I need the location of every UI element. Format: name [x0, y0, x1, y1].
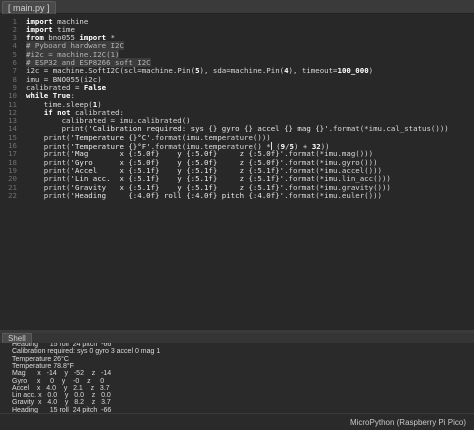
code-token: .format(imu.temperature()))	[150, 132, 271, 142]
code-token: .format(*imu.cal_status()))	[328, 124, 449, 134]
shell-line: Gravity x 4.0 y 8.2 z 3.7	[12, 399, 111, 407]
code-token: 'Heading {:4.0f} roll {:4.0f} pitch {:4.…	[70, 190, 285, 200]
code-token: 100_000	[337, 66, 369, 76]
code-text: print('Temperature {}°C'.format(imu.temp…	[26, 132, 271, 142]
code-token: False	[83, 82, 107, 92]
code-token: 'Temperature {}°C'	[70, 132, 151, 142]
status-bar: MicroPython (Raspberry Pi Pico)	[0, 413, 474, 430]
code-editor[interactable]: 1 import machine 2 import time 3 from bno055 …	[0, 14, 474, 330]
code-token: ), sda=machine.Pin(	[199, 66, 285, 76]
tab-main-py[interactable]: [ main.py ]	[2, 1, 56, 14]
line-number: 22	[8, 190, 17, 200]
code-token: print(	[26, 190, 71, 200]
shell-line: Temperature 78.8°F	[12, 362, 74, 370]
code-token: .format(*imu.euler()))	[284, 190, 382, 200]
shell-line: Temperature 26°C	[12, 355, 69, 363]
shell-output[interactable]: Heading 15 roll 24 pitch -66 Calibration …	[0, 343, 474, 413]
shell-line: Accel x 4.0 y 2.1 z 3.7	[12, 384, 110, 392]
code-token: ), timeout=	[288, 66, 338, 76]
shell-tab-bar: Shell	[0, 333, 474, 344]
code-text: print('Heading {:4.0f} roll {:4.0f} pitc…	[26, 190, 382, 200]
shell-line: Gyro x 0 y -0 z 0	[12, 377, 105, 385]
code-token: print(	[26, 132, 71, 142]
shell-line: Calibration required: sys 0 gyro 3 accel…	[12, 348, 161, 356]
shell-line: Mag x -14 y -52 z -14	[12, 370, 112, 378]
interpreter-label[interactable]: MicroPython (Raspberry Pi Pico)	[350, 418, 466, 427]
code-token: )	[368, 66, 374, 76]
shell-line: Lin acc. x 0.0 y 0.0 z 0.0	[12, 392, 111, 400]
editor-tab-bar: [ main.py ]	[0, 0, 474, 14]
